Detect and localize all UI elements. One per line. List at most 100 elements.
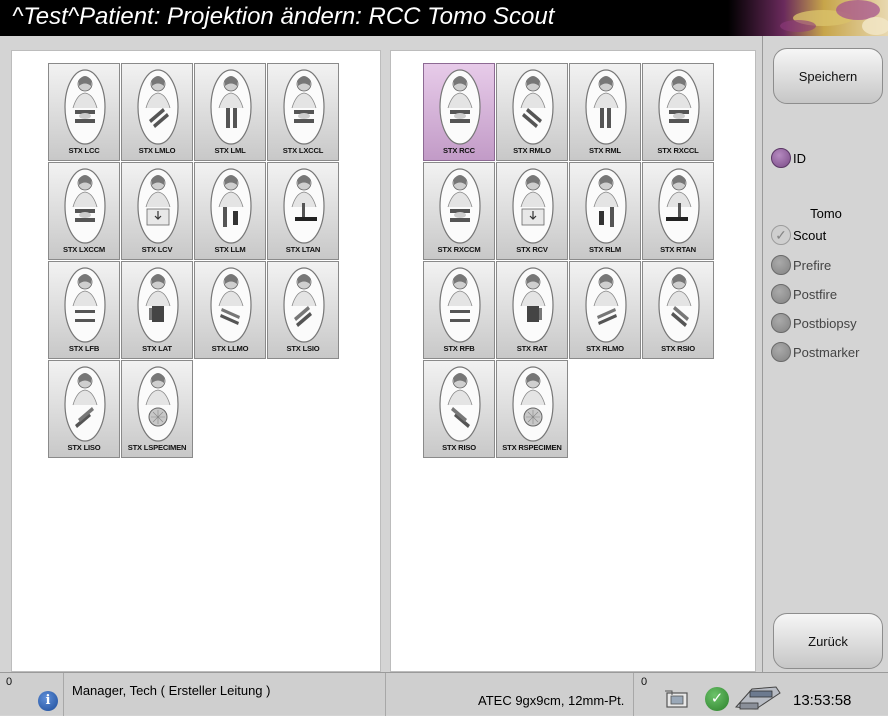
save-button[interactable]: Speichern bbox=[773, 48, 883, 104]
hologic-flower-banner bbox=[728, 0, 888, 36]
sio-projection-icon bbox=[283, 267, 325, 343]
window-title: ^Test^Patient: Projektion ändern: RCC To… bbox=[12, 3, 555, 30]
view-tile-stx-lcv[interactable]: STX LCV bbox=[121, 162, 193, 260]
view-tile-stx-lml[interactable]: STX LML bbox=[194, 63, 266, 161]
view-label: STX RTAN bbox=[660, 245, 696, 254]
view-tile-stx-rmlo[interactable]: STX RMLO bbox=[496, 63, 568, 161]
view-tile-stx-lxccl[interactable]: STX LXCCL bbox=[267, 63, 339, 161]
cc-projection-icon bbox=[658, 69, 700, 145]
view-tile-stx-lsio[interactable]: STX LSIO bbox=[267, 261, 339, 359]
right-view-grid: STX RCC STX RMLO STX RML STX RXCCL STX RXCCM… bbox=[423, 63, 714, 458]
view-label: STX LFB bbox=[68, 344, 100, 353]
spec-projection-icon bbox=[137, 366, 179, 442]
view-label: STX LXCCM bbox=[62, 245, 106, 254]
view-tile-stx-liso[interactable]: STX LISO bbox=[48, 360, 120, 458]
id-radio[interactable]: ID bbox=[771, 148, 806, 168]
tomo-option-postmarker[interactable]: Postmarker bbox=[771, 342, 859, 362]
view-label: STX RLMO bbox=[586, 344, 624, 353]
view-tile-stx-riso[interactable]: STX RISO bbox=[423, 360, 495, 458]
view-label: STX RXCCM bbox=[437, 245, 481, 254]
fb-projection-icon bbox=[64, 267, 106, 343]
view-tile-stx-llmo[interactable]: STX LLMO bbox=[194, 261, 266, 359]
view-label: STX LCV bbox=[141, 245, 173, 254]
cc-projection-icon bbox=[64, 168, 106, 244]
view-label: STX RFB bbox=[443, 344, 475, 353]
view-label: STX LLMO bbox=[211, 344, 249, 353]
tomo-option-scout[interactable]: ✓ Scout bbox=[771, 225, 826, 245]
status-bar: 0 i Manager, Tech ( Ersteller Leitung ) … bbox=[0, 672, 888, 716]
tan-projection-icon bbox=[283, 168, 325, 244]
radio-disabled-icon bbox=[771, 284, 791, 304]
clock: 13:53:58 bbox=[793, 692, 852, 709]
radio-disabled-icon bbox=[771, 342, 791, 362]
tube-status-icon[interactable] bbox=[732, 681, 784, 713]
view-tile-stx-lat[interactable]: STX LAT bbox=[121, 261, 193, 359]
fb-projection-icon bbox=[439, 267, 481, 343]
tomo-option-label: Postbiopsy bbox=[793, 315, 857, 331]
right-sidebar: Speichern ID Tomo ✓ Scout Prefire Postfi… bbox=[762, 36, 888, 672]
view-tile-stx-rfb[interactable]: STX RFB bbox=[423, 261, 495, 359]
view-tile-stx-rxccl[interactable]: STX RXCCL bbox=[642, 63, 714, 161]
system-ok-check-icon[interactable]: ✓ bbox=[705, 687, 729, 711]
lm-projection-icon bbox=[585, 168, 627, 244]
view-label: STX LMLO bbox=[138, 146, 176, 155]
iso-projection-icon bbox=[439, 366, 481, 442]
view-tile-stx-lcc[interactable]: STX LCC bbox=[48, 63, 120, 161]
view-tile-stx-rtan[interactable]: STX RTAN bbox=[642, 162, 714, 260]
view-tile-stx-rsio[interactable]: STX RSIO bbox=[642, 261, 714, 359]
view-tile-stx-rlmo[interactable]: STX RLMO bbox=[569, 261, 641, 359]
view-tile-stx-ltan[interactable]: STX LTAN bbox=[267, 162, 339, 260]
view-tile-stx-rcc[interactable]: STX RCC bbox=[423, 63, 495, 161]
view-label: STX RML bbox=[589, 146, 621, 155]
view-label: STX RCC bbox=[443, 146, 475, 155]
cc-projection-icon bbox=[439, 69, 481, 145]
view-label: STX LML bbox=[214, 146, 246, 155]
mlo-projection-icon bbox=[512, 69, 554, 145]
view-tile-stx-llm[interactable]: STX LLM bbox=[194, 162, 266, 260]
right-projection-panel: STX RCC STX RMLO STX RML STX RXCCL STX RXCCM… bbox=[390, 50, 756, 672]
radio-selected-icon bbox=[771, 148, 791, 168]
view-label: STX LLM bbox=[214, 245, 246, 254]
view-label: STX RAT bbox=[516, 344, 548, 353]
view-tile-stx-lfb[interactable]: STX LFB bbox=[48, 261, 120, 359]
view-tile-stx-rat[interactable]: STX RAT bbox=[496, 261, 568, 359]
info-icon[interactable]: i bbox=[38, 691, 58, 711]
view-label: STX RLM bbox=[589, 245, 621, 254]
title-bar: ^Test^Patient: Projektion ändern: RCC To… bbox=[0, 0, 888, 36]
view-tile-stx-rxccm[interactable]: STX RXCCM bbox=[423, 162, 495, 260]
view-tile-stx-rlm[interactable]: STX RLM bbox=[569, 162, 641, 260]
alert-count: 0 bbox=[6, 676, 13, 688]
radio-disabled-icon bbox=[771, 313, 791, 333]
view-label: STX RSPECIMEN bbox=[502, 443, 562, 452]
tomo-option-prefire[interactable]: Prefire bbox=[771, 255, 831, 275]
view-label: STX RSIO bbox=[661, 344, 695, 353]
tomo-option-label: Postmarker bbox=[793, 344, 860, 360]
view-tile-stx-lxccm[interactable]: STX LXCCM bbox=[48, 162, 120, 260]
view-tile-stx-rspecimen[interactable]: STX RSPECIMEN bbox=[496, 360, 568, 458]
id-label: ID bbox=[793, 150, 806, 166]
lmo-projection-icon bbox=[210, 267, 252, 343]
tomo-option-label: Prefire bbox=[793, 257, 832, 273]
lat-projection-icon bbox=[512, 267, 554, 343]
view-label: STX LTAN bbox=[285, 245, 321, 254]
back-button[interactable]: Zurück bbox=[773, 613, 883, 669]
view-tile-stx-rcv[interactable]: STX RCV bbox=[496, 162, 568, 260]
left-view-grid: STX LCC STX LMLO STX LML STX LXCCL STX LXCCM… bbox=[48, 63, 339, 458]
current-user: Manager, Tech ( Ersteller Leitung ) bbox=[72, 683, 271, 698]
lmo-projection-icon bbox=[585, 267, 627, 343]
view-label: STX RCV bbox=[516, 245, 548, 254]
tomo-option-postbiopsy[interactable]: Postbiopsy bbox=[771, 313, 857, 333]
ml-projection-icon bbox=[585, 69, 627, 145]
tomo-option-postfire[interactable]: Postfire bbox=[771, 284, 837, 304]
cv-projection-icon bbox=[137, 168, 179, 244]
view-tile-stx-lmlo[interactable]: STX LMLO bbox=[121, 63, 193, 161]
paddle-name: ATEC 9gx9cm, 12mm-Pt. bbox=[478, 693, 625, 708]
view-tile-stx-lspecimen[interactable]: STX LSPECIMEN bbox=[121, 360, 193, 458]
view-label: STX LCC bbox=[68, 146, 100, 155]
view-tile-stx-rml[interactable]: STX RML bbox=[569, 63, 641, 161]
tan-projection-icon bbox=[658, 168, 700, 244]
view-label: STX LISO bbox=[67, 443, 101, 452]
ml-projection-icon bbox=[210, 69, 252, 145]
output-devices-icon[interactable] bbox=[664, 687, 692, 711]
cv-projection-icon bbox=[512, 168, 554, 244]
